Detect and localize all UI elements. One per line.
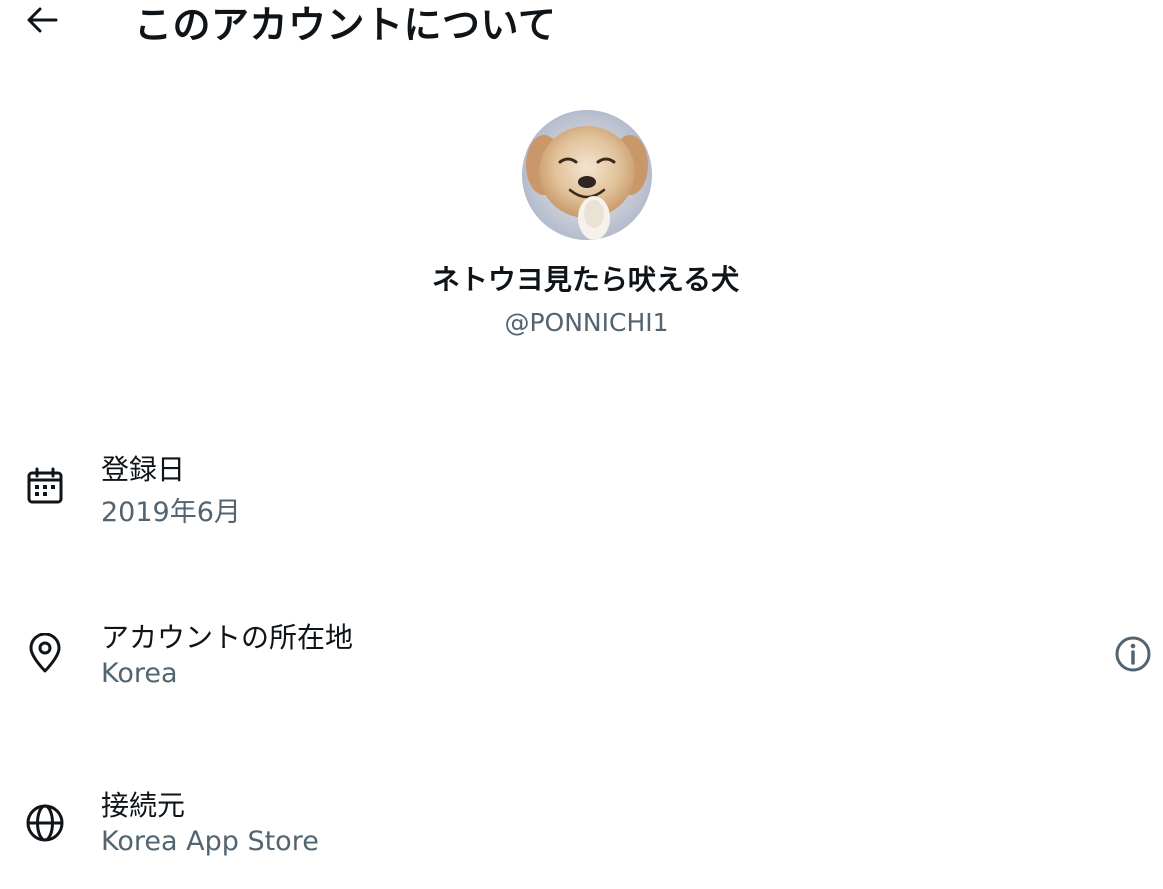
detail-row-joined: 登録日 2019年6月: [0, 440, 1163, 540]
info-button[interactable]: [1112, 633, 1154, 675]
location-pin-icon: [24, 633, 66, 675]
dog-avatar-image: [522, 110, 652, 240]
detail-label-joined: 登録日: [101, 453, 186, 486]
detail-value-joined: 2019年6月: [101, 497, 241, 528]
display-name: ネトウヨ見たら吠える犬: [431, 263, 740, 296]
arrow-left-icon: [27, 7, 58, 33]
info-icon: [1115, 636, 1151, 672]
back-button[interactable]: [22, 2, 62, 38]
avatar[interactable]: [522, 110, 652, 240]
detail-row-connected-via: 接続元 Korea App Store: [0, 776, 1163, 876]
detail-value-location: Korea: [101, 658, 178, 689]
calendar-icon: [24, 465, 66, 507]
detail-row-location: アカウントの所在地 Korea: [0, 608, 1163, 708]
page-title: このアカウントについて: [134, 3, 557, 47]
detail-value-connected-via: Korea App Store: [101, 826, 319, 857]
header-bar: このアカウントについて: [0, 0, 1163, 48]
globe-icon: [24, 802, 66, 844]
username-handle: @PONNICHI1: [504, 308, 669, 337]
detail-label-location: アカウントの所在地: [101, 621, 354, 654]
detail-label-connected-via: 接続元: [101, 789, 186, 822]
